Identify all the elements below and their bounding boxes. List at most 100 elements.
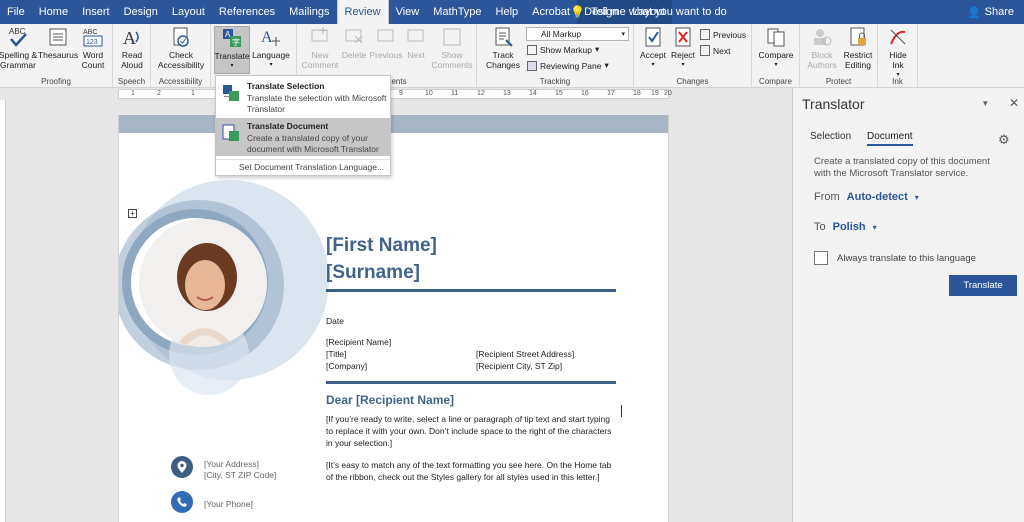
tab-help[interactable]: Help [489,0,526,24]
ruler-mark: 9 [399,90,403,97]
compare-icon [765,26,787,48]
previous-comment-button[interactable]: Previous [369,26,403,60]
checkbox-box[interactable] [814,251,828,265]
translate-selection-icon [222,84,240,102]
read-aloud-label: Read Aloud [121,50,143,70]
share-label: Share [984,6,1014,18]
to-language-selector[interactable]: To Polish ▾ [814,221,877,233]
document-page[interactable]: + [First Name] [Surname] Date [Recipient… [118,115,669,522]
tab-references[interactable]: References [212,0,282,24]
tab-review[interactable]: Review [336,0,389,24]
to-value: Polish [832,221,866,233]
set-translation-language-link[interactable]: Set Document Translation Language... [239,162,384,172]
language-icon: A [260,26,282,48]
date-field[interactable]: Date [326,315,344,327]
tab-document[interactable]: Document [867,131,913,146]
hide-ink-button[interactable]: Hide Ink ▾ [882,26,914,80]
tab-insert[interactable]: Insert [75,0,117,24]
title-field[interactable]: [Title] [326,348,346,360]
restrict-editing-label: Restrict Editing [843,50,873,70]
restrict-editing-button[interactable]: Restrict Editing [840,26,876,70]
reject-button[interactable]: Reject ▾ [668,26,698,70]
previous-change-button[interactable]: Previous [700,29,746,40]
share-button[interactable]: 👤 Share [967,0,1014,24]
next-comment-button[interactable]: Next [403,26,429,60]
location-icon [171,456,193,478]
your-city-field[interactable]: [City, ST ZIP Code] [204,469,276,481]
company-field[interactable]: [Company] [326,360,367,372]
track-changes-button[interactable]: Track Changes [483,26,523,70]
lightbulb-icon: 💡 [570,5,585,19]
recipient-name-field[interactable]: [Recipient Name] [326,336,391,348]
tab-view[interactable]: View [389,0,427,24]
pane-title: Translator [802,96,865,112]
block-authors-button[interactable]: Block Authors [804,26,840,70]
translate-menu: Translate Selection Translate the select… [215,75,391,176]
reviewing-pane-button[interactable]: Reviewing Pane ▾ [527,60,609,71]
body-paragraph-1[interactable]: [If you’re ready to write, select a line… [326,413,616,449]
salutation[interactable]: Dear [Recipient Name] [326,393,454,407]
name-heading[interactable]: [First Name] [Surname] [326,232,437,286]
gear-icon[interactable]: ⚙ [998,132,1010,148]
group-protect: Block Authors Restrict Editing Protect [800,24,878,88]
close-icon[interactable]: ✕ [1009,96,1019,110]
show-comments-button[interactable]: Show Comments [431,26,473,70]
markup-dropdown[interactable]: All Markup ▾ [526,27,629,41]
thesaurus-button[interactable]: Thesaurus [38,26,78,60]
pane-options-chevron-icon[interactable]: ▾ [983,98,988,109]
check-accessibility-button[interactable]: Check Accessibility [154,26,208,70]
always-translate-label: Always translate to this language [837,252,976,264]
translate-label: Translate [214,51,250,61]
delete-comment-button[interactable]: Delete [339,26,369,60]
spelling-grammar-button[interactable]: ABC Spelling & Grammar [0,26,38,70]
track-changes-label: Track Changes [485,50,521,70]
translate-button[interactable]: A字 Translate ▾ [214,26,250,74]
compare-label: Compare [758,50,794,60]
menu-translate-document[interactable]: Translate Document Create a translated c… [216,118,390,156]
tab-home[interactable]: Home [32,0,75,24]
chevron-down-icon: ▾ [621,31,625,38]
word-count-button[interactable]: ABC 123 Word Count [78,26,108,70]
compare-button[interactable]: Compare ▾ [756,26,796,70]
translate-submit-button[interactable]: Translate [949,275,1017,296]
new-comment-label: New Comment [301,50,339,70]
horizontal-ruler[interactable]: 121234567891011121314151617181920 [118,89,672,99]
ribbon-review: ABC Spelling & Grammar Thesaurus ABC 123 … [0,24,1024,88]
tab-layout[interactable]: Layout [165,0,212,24]
spelling-label: Spelling & Grammar [0,50,38,70]
tab-selection[interactable]: Selection [810,131,851,142]
ruler-mark: 16 [581,90,589,97]
group-label-compare: Compare [759,77,792,86]
ruler-mark: 18 [633,90,641,97]
show-markup-button[interactable]: Show Markup ▾ [527,44,599,55]
svg-text:123: 123 [86,39,98,46]
your-phone-field[interactable]: [Your Phone] [204,498,253,510]
tab-design[interactable]: Design [117,0,165,24]
tab-mathtype[interactable]: MathType [426,0,488,24]
new-comment-button[interactable]: New Comment [301,26,339,70]
svg-text:字: 字 [232,37,240,47]
next-change-button[interactable]: Next [700,45,730,56]
tab-mailings[interactable]: Mailings [282,0,336,24]
previous-comment-icon [375,26,397,48]
always-translate-checkbox[interactable]: Always translate to this language [814,251,976,265]
city-field[interactable]: [Recipient City, ST Zip] [476,360,562,372]
move-handle-icon[interactable]: + [128,209,137,218]
next-label: Next [407,50,425,60]
next-change-label: Next [713,45,731,56]
group-accessibility: Check Accessibility Accessibility [151,24,211,88]
from-language-selector[interactable]: From Auto-detect ▾ [814,191,919,203]
accept-icon [642,26,664,48]
menu-item1-title: Translate Selection [247,81,325,91]
vertical-ruler [0,100,6,522]
accept-button[interactable]: Accept ▾ [638,26,668,70]
tab-file[interactable]: File [0,0,32,24]
profile-photo[interactable] [139,219,267,347]
read-aloud-button[interactable]: A Read Aloud [115,26,149,70]
first-name: [First Name] [326,235,437,256]
language-button[interactable]: A Language ▾ [252,26,290,70]
body-paragraph-2[interactable]: [It’s easy to match any of the text form… [326,459,616,483]
tell-me-box[interactable]: 💡 Tell me what you want to do [556,0,727,24]
menu-translate-selection[interactable]: Translate Selection Translate the select… [216,78,390,116]
street-field[interactable]: [Recipient Street Address] [476,348,574,360]
